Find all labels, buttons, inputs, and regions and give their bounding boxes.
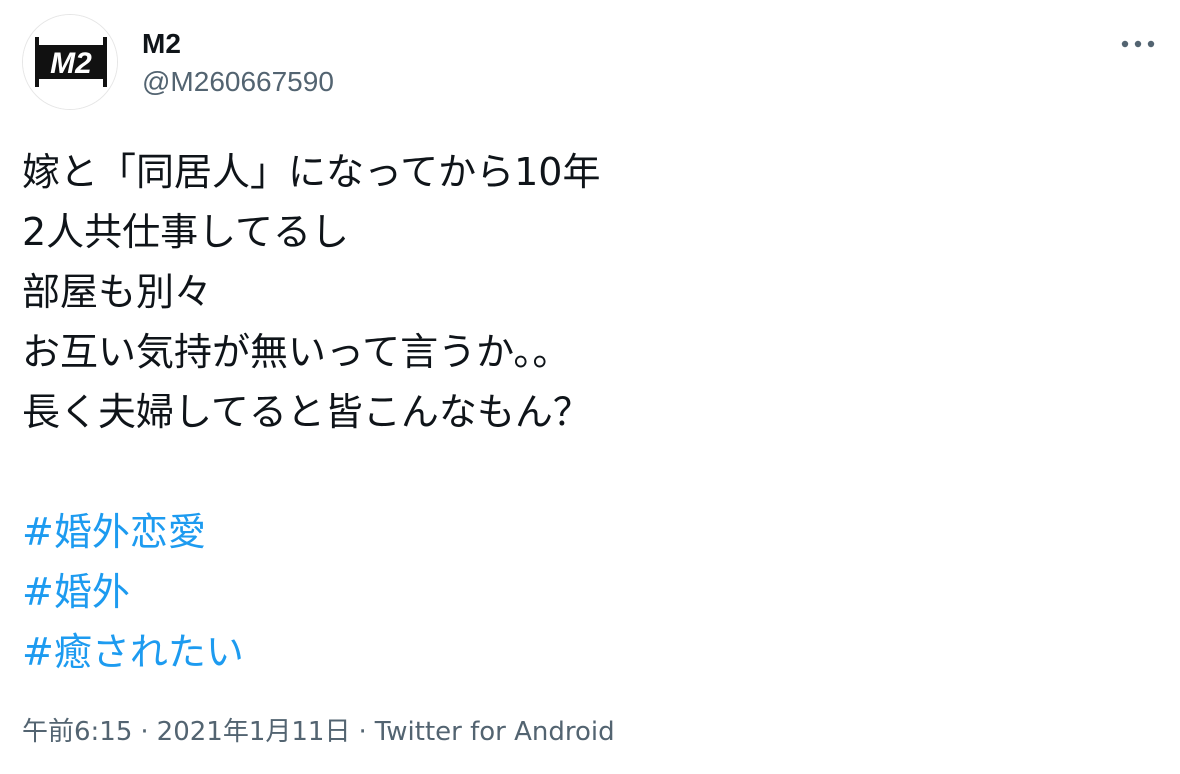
hashtag-link[interactable]: #婚外 bbox=[22, 562, 1142, 622]
avatar-logo-text: M2 bbox=[50, 47, 92, 80]
tweet-time-link[interactable]: 午前6:15 · 2021年1月11日 bbox=[22, 717, 350, 747]
meta-separator: · bbox=[358, 717, 367, 747]
tweet-text-line: 部屋も別々 bbox=[22, 270, 213, 314]
tweet-text-line: お互い気持が無いって言うか。。 bbox=[22, 330, 571, 374]
m2-logo-icon: M2 bbox=[23, 15, 117, 109]
tweet-text-line: 2人共仕事してるし bbox=[22, 210, 350, 254]
avatar[interactable]: M2 bbox=[22, 14, 118, 110]
tweet-text-line: 嫁と「同居人」になってから10年 bbox=[22, 150, 601, 194]
more-horizontal-icon bbox=[1121, 40, 1155, 48]
more-options-button[interactable] bbox=[1112, 26, 1164, 62]
author-display-name[interactable]: M2 bbox=[142, 28, 181, 60]
meta-separator: · bbox=[140, 717, 149, 747]
tweet-date: 2021年1月11日 bbox=[156, 717, 351, 747]
hashtag-link[interactable]: #癒されたい bbox=[22, 622, 1142, 682]
hashtag-link[interactable]: #婚外恋愛 bbox=[22, 502, 1142, 562]
tweet-text-line: 長く夫婦してると皆こんなもん？ bbox=[22, 390, 591, 434]
tweet-text: 嫁と「同居人」になってから10年 2人共仕事してるし 部屋も別々 お互い気持が無… bbox=[22, 142, 1142, 682]
tweet-time: 午前6:15 bbox=[22, 717, 133, 747]
tweet-meta: 午前6:15 · 2021年1月11日 · Twitter for Android bbox=[22, 712, 615, 752]
author-handle[interactable]: @M260667590 bbox=[142, 66, 334, 98]
tweet-source-link[interactable]: Twitter for Android bbox=[375, 717, 615, 747]
tweet-card: M2 M2 @M260667590 嫁と「同居人」になってから10年 2人共仕事… bbox=[0, 0, 1180, 774]
